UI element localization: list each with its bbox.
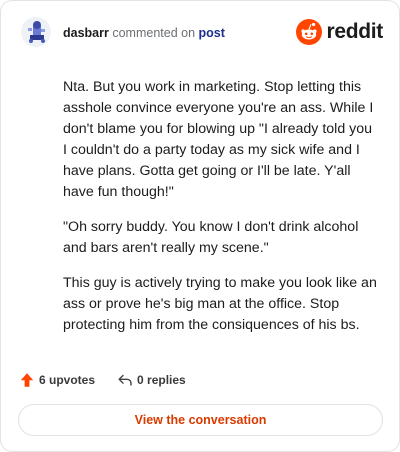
username-link[interactable]: dasbarr — [63, 26, 109, 40]
comment-body: Nta. But you work in marketing. Stop let… — [63, 77, 379, 350]
reddit-wordmark: reddit — [326, 20, 383, 43]
upvote-button[interactable]: 6 upvotes — [19, 372, 95, 388]
reply-button[interactable]: 0 replies — [117, 372, 186, 388]
commented-on-text: commented on — [112, 26, 196, 40]
comment-paragraph: Nta. But you work in marketing. Stop let… — [63, 79, 374, 200]
comment-embed-card: dasbarr commented on post reddit Nta. Bu… — [0, 0, 400, 452]
reply-count: 0 replies — [137, 373, 186, 387]
upvote-count: 6 upvotes — [39, 373, 96, 387]
reddit-logo[interactable]: reddit — [296, 17, 383, 47]
comment-byline: dasbarr commented on post — [63, 26, 225, 40]
comment-paragraph: "Oh sorry buddy. You know I don't drink … — [63, 219, 359, 256]
user-avatar[interactable] — [21, 17, 51, 47]
embed-header: dasbarr commented on post reddit — [21, 17, 383, 49]
view-conversation-button[interactable]: View the conversation — [18, 404, 383, 436]
upvote-arrow-icon — [20, 373, 34, 387]
post-link[interactable]: post — [199, 26, 225, 40]
reply-arrow-icon — [118, 374, 132, 386]
reddit-snoo-icon — [296, 19, 323, 45]
comment-actions: 6 upvotes 0 replies — [19, 371, 186, 389]
comment-paragraph: This guy is actively trying to make you … — [63, 275, 377, 333]
